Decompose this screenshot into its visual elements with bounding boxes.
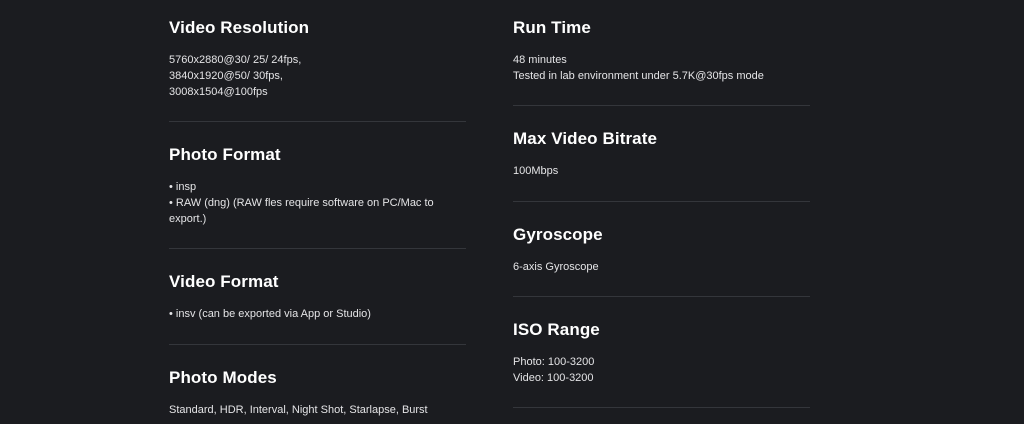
divider (169, 248, 466, 249)
divider (513, 407, 810, 408)
spec-value: • insp • RAW (dng) (RAW fles require sof… (169, 179, 466, 227)
spec-title: ISO Range (513, 320, 600, 339)
spec-line: 6-axis Gyroscope (513, 261, 599, 273)
spec-title: Gyroscope (513, 225, 603, 244)
spec-video-format: Video Format • insv (can be exported via… (169, 272, 466, 322)
spec-line: Video: 100-3200 (513, 372, 594, 384)
spec-line: Standard, HDR, Interval, Night Shot, Sta… (169, 404, 428, 416)
spec-line: • insp (169, 181, 197, 193)
spec-value: 48 minutes Tested in lab environment und… (513, 52, 810, 84)
spec-iso-range: ISO Range Photo: 100-3200 Video: 100-320… (513, 320, 810, 386)
spec-title: Run Time (513, 18, 591, 37)
spec-line: 100Mbps (513, 165, 559, 177)
spec-line: 48 minutes (513, 54, 567, 66)
spec-title: Photo Format (169, 145, 281, 164)
spec-line: export.) (169, 213, 207, 225)
divider (169, 121, 466, 122)
spec-title: Video Resolution (169, 18, 310, 37)
spec-value: Standard, HDR, Interval, Night Shot, Sta… (169, 402, 466, 418)
spec-line: 5760x2880@30/ 25/ 24fps, (169, 54, 302, 66)
spec-title: Max Video Bitrate (513, 129, 658, 148)
divider (513, 201, 810, 202)
spec-title: Video Format (169, 272, 279, 291)
spec-line: • insv (can be exported via App or Studi… (169, 308, 371, 320)
divider (513, 296, 810, 297)
spec-video-resolution: Video Resolution 5760x2880@30/ 25/ 24fps… (169, 18, 466, 100)
spec-line: • RAW (dng) (RAW fles require software o… (169, 197, 434, 209)
spec-line: Tested in lab environment under 5.7K@30f… (513, 70, 764, 82)
spec-photo-format: Photo Format • insp • RAW (dng) (RAW fle… (169, 145, 466, 227)
divider (513, 105, 810, 106)
spec-photo-modes: Photo Modes Standard, HDR, Interval, Nig… (169, 368, 466, 418)
spec-value: Photo: 100-3200 Video: 100-3200 (513, 354, 810, 386)
spec-max-video-bitrate: Max Video Bitrate 100Mbps (513, 129, 810, 179)
spec-line: 3008x1504@100fps (169, 86, 268, 98)
spec-value: 100Mbps (513, 163, 810, 179)
divider (169, 344, 466, 345)
spec-gyroscope: Gyroscope 6-axis Gyroscope (513, 225, 810, 275)
spec-line: 3840x1920@50/ 30fps, (169, 70, 283, 82)
spec-line: Photo: 100-3200 (513, 356, 595, 368)
spec-title: Photo Modes (169, 368, 277, 387)
spec-value: • insv (can be exported via App or Studi… (169, 306, 466, 322)
spec-value: 6-axis Gyroscope (513, 259, 810, 275)
spec-value: 5760x2880@30/ 25/ 24fps, 3840x1920@50/ 3… (169, 52, 466, 100)
spec-run-time: Run Time 48 minutes Tested in lab enviro… (513, 18, 810, 84)
